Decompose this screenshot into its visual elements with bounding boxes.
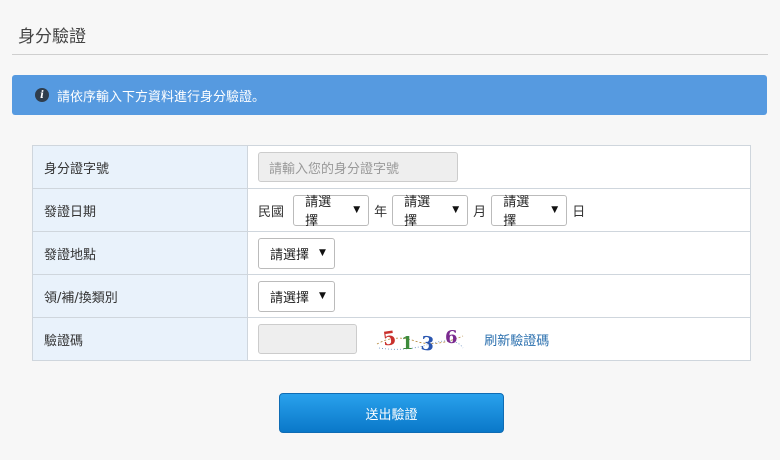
captcha-char-4: 6 <box>445 327 458 348</box>
issue-type-select[interactable]: 請選擇 ▼ <box>258 280 335 312</box>
day-select-value: 請選擇 <box>503 195 530 229</box>
month-select[interactable]: 請選擇 ▼ <box>392 194 469 229</box>
year-unit: 年 <box>374 204 388 220</box>
info-alert: i 請依序輸入下方資料進行身分驗證。 <box>12 75 767 115</box>
form-row-captcha: 驗證碼 5 1 3 6 刷新驗證碼 <box>32 317 751 361</box>
captcha-char-3: 3 <box>420 332 435 354</box>
issue-place-select[interactable]: 請選擇 ▼ <box>258 237 335 269</box>
form-row-issue-type: 領/補/換類別 請選擇 ▼ <box>32 274 751 318</box>
chevron-down-icon: ▼ <box>319 291 326 301</box>
captcha-char-1: 5 <box>382 327 398 351</box>
era-label: 民國 <box>258 204 285 220</box>
issue-type-label: 領/補/換類別 <box>32 274 248 318</box>
form-row-issue-place: 發證地點 請選擇 ▼ <box>32 231 751 275</box>
captcha-image: 5 1 3 6 <box>376 327 464 354</box>
captcha-input[interactable] <box>258 324 357 354</box>
info-icon: i <box>35 88 49 102</box>
issue-date-label: 發證日期 <box>32 188 248 232</box>
page-title: 身分驗證 <box>18 27 86 47</box>
alert-text: 請依序輸入下方資料進行身分驗證。 <box>57 89 266 105</box>
month-select-value: 請選擇 <box>404 195 431 229</box>
day-unit: 日 <box>572 204 586 220</box>
year-select-value: 請選擇 <box>305 195 332 229</box>
id-number-label: 身分證字號 <box>32 145 248 189</box>
captcha-char-2: 1 <box>401 333 414 354</box>
month-unit: 月 <box>473 204 487 220</box>
form-row-id-number: 身分證字號 請輸入您的身分證字號 <box>32 145 751 189</box>
refresh-captcha-link[interactable]: 刷新驗證碼 <box>484 330 549 349</box>
verification-form: 身分證字號 請輸入您的身分證字號 發證日期 民國 請選擇 ▼ 年請選擇 ▼ 月請選擇 ▼ 日… <box>32 145 751 361</box>
chevron-down-icon: ▼ <box>452 205 460 215</box>
captcha-label: 驗證碼 <box>32 317 248 361</box>
chevron-down-icon: ▼ <box>353 205 361 215</box>
issue-place-select-value: 請選擇 <box>270 247 310 263</box>
year-select[interactable]: 請選擇 ▼ <box>293 194 370 229</box>
id-number-input[interactable]: 請輸入您的身分證字號 <box>258 152 458 182</box>
chevron-down-icon: ▼ <box>319 248 326 258</box>
day-select[interactable]: 請選擇 ▼ <box>491 194 568 229</box>
issue-place-label: 發證地點 <box>32 231 248 275</box>
title-divider <box>12 54 768 55</box>
issue-type-select-value: 請選擇 <box>270 290 310 306</box>
submit-button[interactable]: 送出驗證 <box>279 393 504 433</box>
chevron-down-icon: ▼ <box>551 205 559 215</box>
form-row-issue-date: 發證日期 民國 請選擇 ▼ 年請選擇 ▼ 月請選擇 ▼ 日 <box>32 188 751 232</box>
